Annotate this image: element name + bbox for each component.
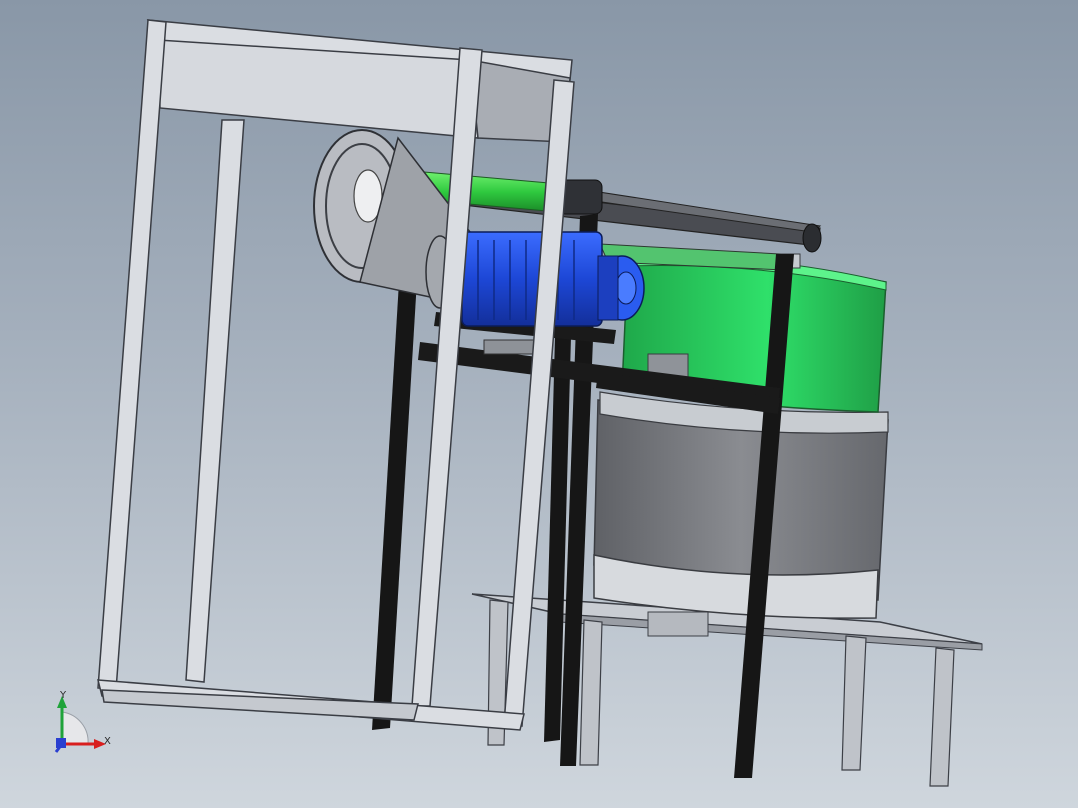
y-axis-label: Y <box>59 690 67 701</box>
x-axis-label: X <box>104 736 111 747</box>
axis-triad: Y X <box>54 690 111 753</box>
cad-viewport[interactable]: Y X <box>0 0 1078 808</box>
gray-drum <box>593 391 889 619</box>
machine-assembly-model[interactable]: Y X <box>0 0 1078 808</box>
